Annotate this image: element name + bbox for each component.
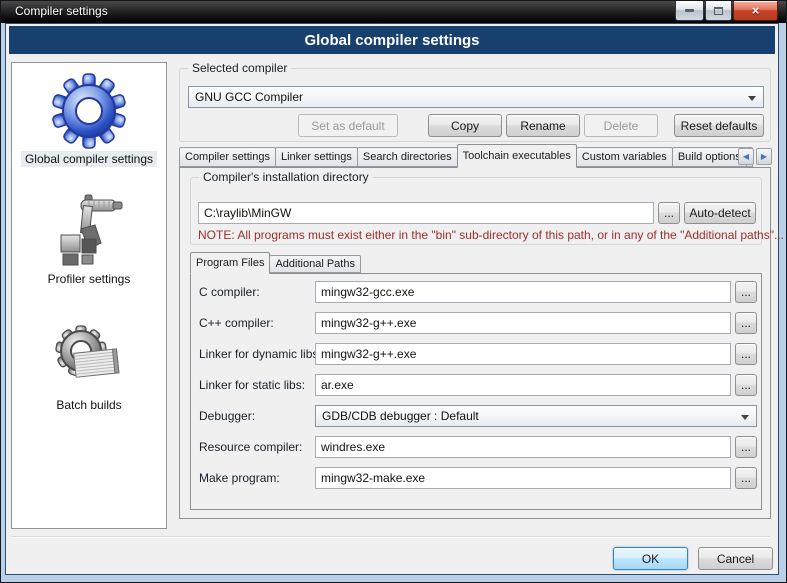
bin-subdirectory-note: NOTE: All programs must exist either in … [198, 228, 784, 242]
tab-toolchain-executables[interactable]: Toolchain executables [457, 144, 577, 168]
cpp-compiler-input[interactable] [315, 312, 731, 334]
batch-builds-icon [51, 319, 127, 395]
maximize-button[interactable] [705, 1, 732, 21]
delete-button[interactable]: Delete [584, 114, 658, 137]
linker-dynamic-label: Linker for dynamic libs: [199, 347, 322, 361]
c-compiler-label: C compiler: [199, 285, 260, 299]
resource-compiler-input[interactable] [315, 436, 731, 458]
dialog-client-area: Global compiler settings [5, 23, 779, 575]
linker-static-label: Linker for static libs: [199, 378, 305, 392]
chevron-down-icon [741, 415, 749, 420]
tab-compiler-settings[interactable]: Compiler settings [179, 147, 276, 167]
settings-category-list: Global compiler settings [11, 62, 167, 529]
tab-scroll-right-button[interactable]: ▶ [756, 148, 772, 165]
footer-divider [12, 536, 770, 538]
sidebar-item-label: Global compiler settings [21, 151, 157, 167]
make-program-label: Make program: [199, 471, 280, 485]
resource-compiler-browse-button[interactable]: ... [735, 436, 757, 458]
tab-program-files[interactable]: Program Files [190, 252, 270, 274]
linker-dynamic-input[interactable] [315, 343, 731, 365]
chevron-down-icon [748, 96, 756, 101]
cpp-compiler-browse-button[interactable]: ... [735, 312, 757, 334]
sidebar-item-profiler-settings[interactable]: Profiler settings [12, 193, 166, 287]
page-title: Global compiler settings [9, 26, 775, 54]
linker-static-input[interactable] [315, 374, 731, 396]
linker-dynamic-browse-button[interactable]: ... [735, 343, 757, 365]
compiler-tabs: Compiler settings Linker settings Search… [179, 144, 752, 167]
close-button[interactable]: × [733, 1, 778, 21]
debugger-label: Debugger: [199, 409, 255, 423]
gear-blue-icon [51, 73, 127, 149]
linker-static-browse-button[interactable]: ... [735, 374, 757, 396]
auto-detect-button[interactable]: Auto-detect [684, 202, 756, 224]
cpp-compiler-label: C++ compiler: [199, 316, 274, 330]
c-compiler-input[interactable] [315, 281, 731, 303]
tab-custom-variables[interactable]: Custom variables [576, 147, 673, 167]
close-icon: × [752, 4, 760, 17]
sidebar-item-global-compiler-settings[interactable]: Global compiler settings [12, 73, 166, 167]
tab-search-directories[interactable]: Search directories [357, 147, 458, 167]
installation-directory-legend: Compiler's installation directory [199, 170, 373, 184]
arrow-right-icon: ▶ [761, 152, 767, 161]
program-files-tabs: Program Files Additional Paths [190, 252, 360, 273]
compiler-settings-dialog: Compiler settings × Global compiler sett… [0, 0, 787, 583]
minimize-button[interactable] [675, 1, 704, 21]
installation-directory-browse-button[interactable]: ... [658, 202, 680, 224]
tab-scroll-buttons: ◀ ▶ [738, 148, 772, 165]
program-files-panel: C compiler: ... C++ compiler: ... Linker… [190, 273, 762, 510]
window-title: Compiler settings [15, 4, 108, 18]
resource-compiler-label: Resource compiler: [199, 440, 302, 454]
sidebar-item-label: Batch builds [52, 397, 125, 413]
minimize-icon [685, 9, 694, 12]
tab-build-options[interactable]: Build options [672, 147, 747, 167]
toolchain-executables-panel: Compiler's installation directory ... Au… [179, 167, 771, 519]
sidebar-item-batch-builds[interactable]: Batch builds [12, 319, 166, 413]
c-compiler-browse-button[interactable]: ... [735, 281, 757, 303]
debugger-select[interactable]: GDB/CDB debugger : Default [315, 405, 757, 427]
profiler-caliper-icon [51, 193, 127, 269]
selected-compiler-legend: Selected compiler [188, 61, 291, 75]
sidebar-item-label: Profiler settings [44, 271, 135, 287]
tab-scroll-left-button[interactable]: ◀ [738, 148, 754, 165]
copy-button[interactable]: Copy [428, 114, 502, 137]
tab-additional-paths[interactable]: Additional Paths [269, 255, 361, 273]
debugger-select-value: GDB/CDB debugger : Default [322, 409, 479, 423]
reset-defaults-button[interactable]: Reset defaults [674, 114, 764, 137]
arrow-left-icon: ◀ [743, 152, 749, 161]
ok-button[interactable]: OK [613, 547, 688, 570]
make-program-browse-button[interactable]: ... [735, 467, 757, 489]
tab-linker-settings[interactable]: Linker settings [275, 147, 358, 167]
installation-directory-input[interactable] [198, 202, 654, 224]
compiler-select-value: GNU GCC Compiler [195, 90, 303, 104]
selected-compiler-group: Selected compiler GNU GCC Compiler Set a… [179, 68, 771, 142]
titlebar[interactable]: Compiler settings × [1, 1, 787, 23]
maximize-icon [714, 7, 723, 15]
make-program-input[interactable] [315, 467, 731, 489]
cancel-button[interactable]: Cancel [698, 547, 773, 570]
rename-button[interactable]: Rename [506, 114, 580, 137]
compiler-select[interactable]: GNU GCC Compiler [188, 86, 764, 108]
set-as-default-button[interactable]: Set as default [298, 114, 398, 137]
